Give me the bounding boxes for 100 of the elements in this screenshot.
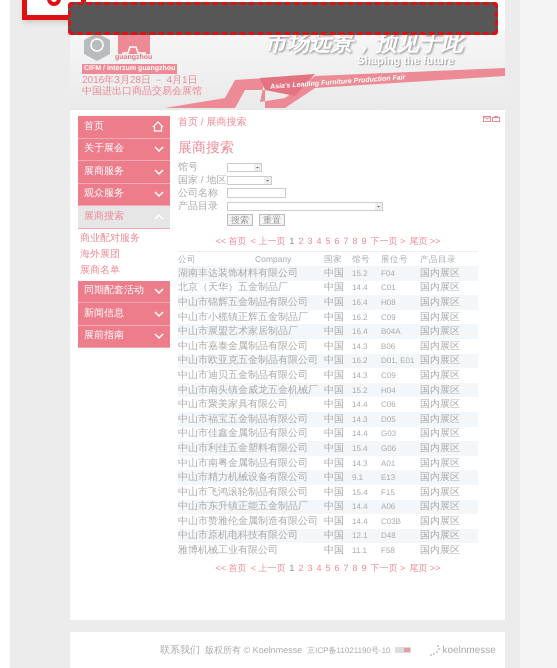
zigzag-icon bbox=[120, 46, 147, 54]
table-cell-text: 16.2 bbox=[352, 355, 369, 366]
table-cell-text: D48 bbox=[381, 530, 397, 542]
table-cell-text: 国内展区 bbox=[420, 355, 461, 366]
table-cell-text: 国内展区 bbox=[420, 472, 461, 484]
table-cell-text: 中国 bbox=[324, 340, 345, 352]
table-cell-text: 14.4 bbox=[352, 516, 369, 527]
slogan-english: Shaping the future bbox=[357, 55, 454, 68]
chevron-down-icon bbox=[154, 191, 164, 198]
table-cell-text: 北京（天华）五金制品厂 bbox=[178, 282, 289, 294]
table-cell-text: 中国 bbox=[324, 282, 345, 294]
table-cell-text: 14.3 bbox=[352, 370, 369, 381]
table-cell-text: 15.2 bbox=[352, 384, 369, 396]
column-header: Company bbox=[255, 254, 292, 264]
dots-logo-icon bbox=[430, 644, 442, 656]
last-page-link[interactable]: 尾页 >> bbox=[409, 562, 440, 574]
table-cell-text: 国内展区 bbox=[420, 486, 461, 498]
previous-page-link[interactable]: < 上一页 bbox=[250, 236, 286, 247]
table-cell-text: 中国 bbox=[324, 516, 345, 527]
sidebar-item[interactable]: 关于展会 bbox=[78, 138, 170, 161]
previous-page-link[interactable]: < 上一页 bbox=[250, 562, 286, 574]
table-cell-text: 国内展区 bbox=[420, 501, 461, 512]
dropdown-field[interactable] bbox=[227, 176, 272, 184]
form-button[interactable]: 搜索 bbox=[227, 214, 253, 226]
chevron-down-icon bbox=[154, 333, 164, 340]
table-cell-text: 国内展区 bbox=[420, 442, 461, 454]
table-cell-text: 雅博机械工业有限公司 bbox=[178, 545, 279, 556]
sidebar-item[interactable]: 展商服务 bbox=[78, 161, 170, 184]
page-number-link[interactable]: 1 bbox=[289, 236, 294, 247]
table-cell-text: H04 bbox=[381, 384, 397, 396]
submenu-link[interactable]: 展商名单 bbox=[78, 262, 170, 278]
table-cell-text: 中国 bbox=[324, 442, 345, 454]
table-cell-text: 14.4 bbox=[352, 501, 369, 512]
table-cell-text: 中山市南粤金属制品有限公司 bbox=[178, 458, 309, 469]
table-cell-text: 中山市利佳五金塑料有限公司 bbox=[178, 442, 309, 454]
chevron-up-icon bbox=[154, 214, 164, 220]
table-cell-text: 国内展区 bbox=[420, 414, 461, 425]
page-number-link[interactable]: 9 bbox=[362, 236, 367, 247]
table-cell-text: 11.1 bbox=[352, 545, 368, 556]
print-icon[interactable] bbox=[492, 116, 500, 122]
page-number-link[interactable]: 7 bbox=[344, 562, 349, 574]
venue-text: 中国进出口商品交易会展馆 bbox=[82, 86, 202, 97]
page-number-link[interactable]: 2 bbox=[298, 562, 304, 574]
page-number-link[interactable]: 8 bbox=[352, 236, 358, 247]
table-cell-text: 中国 bbox=[324, 486, 345, 498]
table-cell-text: 中国 bbox=[324, 312, 345, 323]
submenu-link[interactable]: 海外展团 bbox=[78, 246, 170, 262]
sidebar-item[interactable]: 展商搜索 bbox=[78, 206, 170, 228]
sidebar-item[interactable]: 新闻信息 bbox=[78, 303, 170, 326]
column-header: 展位号 bbox=[381, 254, 409, 264]
page-number-link[interactable]: 6 bbox=[334, 236, 340, 247]
page-number-link[interactable]: 3 bbox=[307, 562, 312, 574]
column-header: 国家 bbox=[324, 254, 343, 264]
table-cell-text: 国内展区 bbox=[420, 370, 461, 381]
field-label: 馆号 bbox=[178, 162, 199, 172]
table-cell-text: 14.3 bbox=[352, 340, 369, 352]
first-page-link[interactable]: << 首页 bbox=[216, 562, 247, 574]
sidebar-item[interactable]: 同期配套活动 bbox=[78, 280, 170, 303]
next-page-link[interactable]: 下一页 > bbox=[370, 236, 406, 247]
table-cell-text: 14.4 bbox=[352, 428, 369, 440]
text-input-field[interactable] bbox=[227, 188, 286, 198]
dropdown-field[interactable] bbox=[227, 162, 262, 172]
dropdown-field[interactable] bbox=[227, 202, 383, 210]
page-number-link[interactable]: 4 bbox=[316, 562, 322, 574]
sidebar-item[interactable]: 展前指南 bbox=[78, 326, 170, 348]
page-number-link[interactable]: 8 bbox=[352, 562, 358, 574]
next-page-link[interactable]: 下一页 > bbox=[370, 562, 406, 574]
table-cell-text: 中国 bbox=[324, 428, 345, 440]
page-number-link[interactable]: 1 bbox=[289, 562, 294, 574]
footer-link[interactable]: 联系我们 bbox=[160, 644, 200, 656]
table-cell-text: B06 bbox=[381, 340, 396, 352]
table-cell-text: 国内展区 bbox=[420, 516, 461, 527]
page-number-link[interactable]: 7 bbox=[344, 236, 349, 247]
table-cell-text: 中山市欧亚克五金制品有限公司 bbox=[178, 355, 319, 366]
table-cell-text: 中山市佳鑫金属制品有限公司 bbox=[178, 428, 309, 440]
table-cell-text: 国内展区 bbox=[420, 428, 461, 440]
page-number-link[interactable]: 5 bbox=[325, 236, 330, 247]
table-cell-text: 中国 bbox=[324, 326, 345, 338]
table-cell-text: 国内展区 bbox=[420, 545, 461, 556]
page-number-link[interactable]: 6 bbox=[334, 562, 340, 574]
page-number-link[interactable]: 9 bbox=[362, 562, 367, 574]
table-cell-text: 中国 bbox=[324, 355, 345, 366]
page-number-link[interactable]: 3 bbox=[307, 236, 312, 247]
form-button[interactable]: 重置 bbox=[259, 214, 285, 226]
page-number-link[interactable]: 5 bbox=[325, 562, 330, 574]
table-cell-text: 中山市迪贝五金制品有限公司 bbox=[178, 370, 309, 381]
table-cell-text: 中国 bbox=[324, 399, 345, 410]
submenu-link[interactable]: 商业配对服务 bbox=[78, 230, 170, 246]
table-cell-text: 湖南丰达装饰材料有限公司 bbox=[178, 268, 299, 279]
sidebar-item[interactable]: 首页 bbox=[78, 116, 170, 138]
chevron-down-icon bbox=[154, 146, 164, 152]
first-page-link[interactable]: << 首页 bbox=[216, 236, 247, 247]
email-icon[interactable] bbox=[483, 116, 491, 122]
table-cell-text: 16.2 bbox=[352, 312, 369, 323]
page-number-link[interactable]: 4 bbox=[316, 236, 322, 247]
koelnmesse-logo-text: koelnmesse bbox=[442, 645, 496, 656]
table-cell-text: E13 bbox=[381, 472, 396, 484]
last-page-link[interactable]: 尾页 >> bbox=[409, 236, 440, 247]
sidebar-item[interactable]: 观众服务 bbox=[78, 184, 170, 206]
page-number-link[interactable]: 2 bbox=[298, 236, 304, 247]
